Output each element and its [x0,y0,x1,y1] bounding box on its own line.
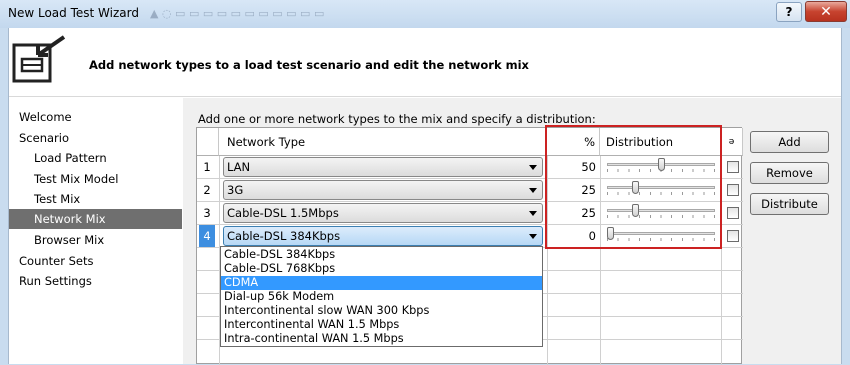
lock-checkbox[interactable] [727,207,739,219]
window-title: New Load Test Wizard [8,6,139,20]
dropdown-option[interactable]: Intercontinental WAN 1.5 Mbps [221,318,542,332]
chevron-down-icon [529,211,537,216]
wizard-nav: Welcome Scenario Load Pattern Test Mix M… [9,98,182,364]
network-type-value: 3G [227,183,244,197]
network-type-value: Cable-DSL 1.5Mbps [227,206,339,220]
dropdown-option[interactable]: Intercontinental slow WAN 300 Kbps [221,304,542,318]
chevron-down-icon [529,188,537,193]
lock-checkbox[interactable] [727,230,739,242]
wizard-network-icon [12,33,70,85]
chevron-down-icon [529,234,537,239]
highlight-box [545,125,722,249]
nav-item-test-mix-model[interactable]: Test Mix Model [9,169,182,189]
row-number[interactable]: 1 [199,156,215,178]
dropdown-option[interactable]: Intra-continental WAN 1.5 Mbps [221,332,542,346]
network-type-select[interactable]: Cable-DSL 1.5Mbps [223,203,543,223]
network-type-select[interactable]: LAN [223,157,543,177]
nav-item-counter-sets[interactable]: Counter Sets [9,251,182,271]
help-button[interactable]: ? [776,2,802,22]
row-number-selected[interactable]: 4 [199,225,215,247]
row-number[interactable]: 2 [199,179,215,201]
column-header-lock[interactable]: ə [721,128,743,156]
header-title: Add network types to a load test scenari… [89,58,529,72]
nav-item-load-pattern[interactable]: Load Pattern [9,148,182,168]
network-type-select[interactable]: 3G [223,180,543,200]
nav-item-browser-mix[interactable]: Browser Mix [9,230,182,250]
remove-button[interactable]: Remove [750,162,829,184]
lock-checkbox[interactable] [727,184,739,196]
add-button[interactable]: Add [750,131,829,153]
dropdown-option[interactable]: Cable-DSL 768Kbps [221,262,542,276]
nav-item-scenario[interactable]: Scenario [9,128,182,148]
network-type-value: Cable-DSL 384Kbps [227,229,341,243]
close-button[interactable]: ✕ [805,1,847,22]
network-type-dropdown-list: Cable-DSL 384Kbps Cable-DSL 768Kbps CDMA… [220,246,543,347]
dropdown-option[interactable]: Cable-DSL 384Kbps [221,248,542,262]
chevron-down-icon [529,165,537,170]
nav-item-network-mix[interactable]: Network Mix [9,209,182,229]
distribute-button[interactable]: Distribute [750,193,829,215]
row-number[interactable]: 3 [199,202,215,224]
network-type-value: LAN [227,160,251,174]
network-type-select-open[interactable]: Cable-DSL 384Kbps [223,226,543,246]
nav-item-test-mix[interactable]: Test Mix [9,189,182,209]
nav-item-welcome[interactable]: Welcome [9,107,182,127]
instruction-text: Add one or more network types to the mix… [198,112,596,126]
lock-checkbox[interactable] [727,161,739,173]
dropdown-option-highlighted[interactable]: CDMA [221,276,542,290]
dropdown-option[interactable]: Dial-up 56k Modem [221,290,542,304]
nav-item-run-settings[interactable]: Run Settings [9,271,182,291]
background-window-text: ▲ ◌ ▭ ▭ ▭ ▭ ▭ ▭ ▭ ▭ ▭ ▭ ▭ [150,7,325,20]
row-header-corner [197,128,219,156]
column-header-network-type[interactable]: Network Type [219,128,547,156]
